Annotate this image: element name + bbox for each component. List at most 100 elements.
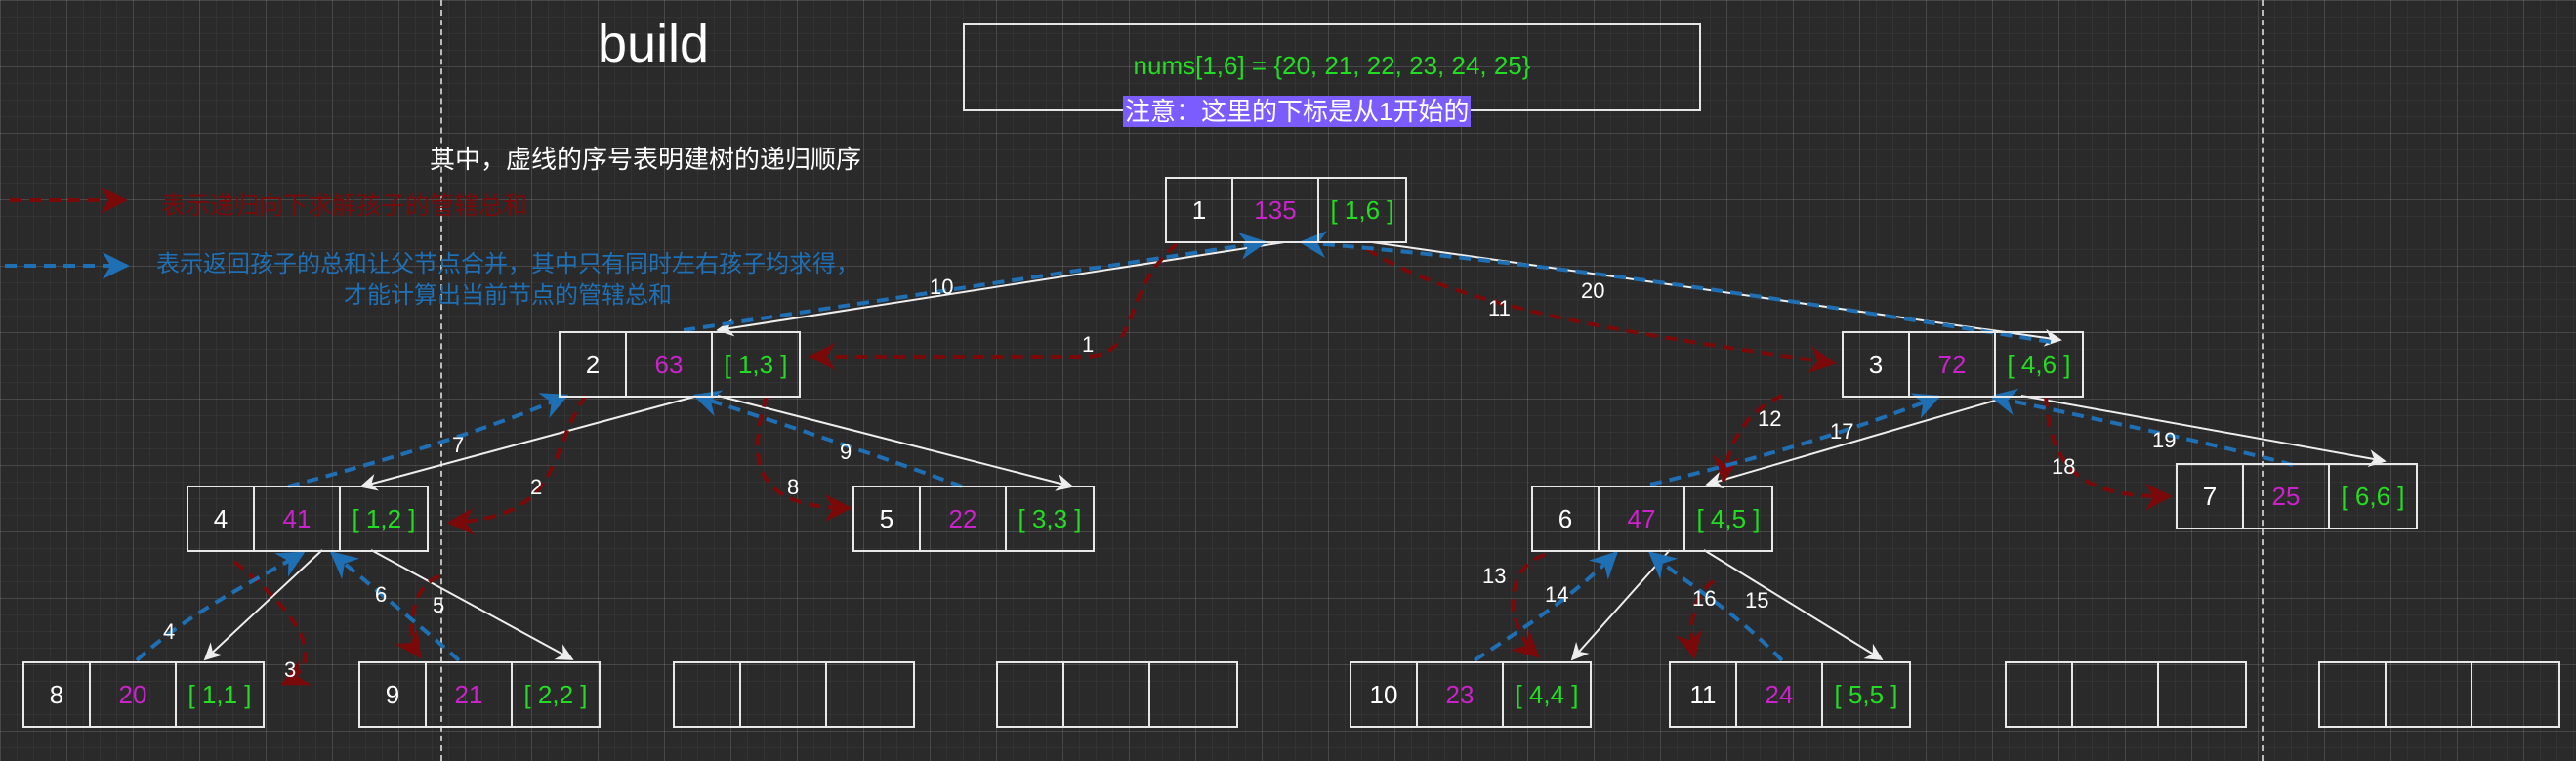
node-range: [ 5,5 ] bbox=[1821, 663, 1909, 726]
node-range: [ 1,2 ] bbox=[339, 487, 427, 550]
edge-4-9 bbox=[370, 549, 574, 660]
up-7 bbox=[287, 393, 569, 488]
empty-cell bbox=[2071, 663, 2157, 726]
node-range: [ 1,3 ] bbox=[711, 333, 799, 396]
tree-node-2: 2 63 [ 1,3 ] bbox=[559, 331, 801, 398]
node-index: 4 bbox=[213, 503, 229, 533]
node-index: 10 bbox=[1369, 679, 1398, 709]
step-label-10: 10 bbox=[930, 275, 954, 299]
node-index: 2 bbox=[585, 349, 601, 379]
step-label-17: 17 bbox=[1830, 419, 1854, 444]
tree-node-10: 10 23 [ 4,4 ] bbox=[1350, 661, 1592, 728]
node-range: [ 4,6 ] bbox=[1994, 333, 2082, 396]
node-range: [ 3,3 ] bbox=[1005, 487, 1093, 550]
step-label-4: 4 bbox=[163, 619, 176, 644]
down-11 bbox=[1365, 247, 1837, 374]
node-sum: 21 bbox=[425, 663, 511, 726]
empty-cell bbox=[739, 663, 825, 726]
tree-node-4: 4 41 [ 1,2 ] bbox=[187, 486, 429, 552]
empty-node-4 bbox=[2318, 661, 2560, 728]
step-label-3: 3 bbox=[284, 657, 297, 682]
node-range: [ 2,2 ] bbox=[511, 663, 599, 726]
tree-node-6: 6 47 [ 4,5 ] bbox=[1531, 486, 1773, 552]
tree-node-3: 3 72 [ 4,6 ] bbox=[1842, 331, 2084, 398]
edge-2-4 bbox=[359, 395, 699, 491]
step-label-18: 18 bbox=[2052, 454, 2076, 479]
empty-cell bbox=[1148, 663, 1236, 726]
node-range: [ 1,1 ] bbox=[175, 663, 263, 726]
empty-cell bbox=[2471, 663, 2558, 726]
step-label-11: 11 bbox=[1488, 296, 1511, 320]
empty-cell bbox=[675, 663, 739, 726]
step-label-6: 6 bbox=[375, 582, 388, 607]
node-sum: 72 bbox=[1908, 333, 1994, 396]
step-label-5: 5 bbox=[433, 593, 445, 617]
node-index: 6 bbox=[1558, 503, 1573, 533]
empty-cell bbox=[2007, 663, 2071, 726]
step-label-14: 14 bbox=[1545, 582, 1569, 607]
edge-3-7 bbox=[2020, 395, 2387, 467]
up-17 bbox=[1649, 393, 1941, 486]
legend-blue-line1: 表示返回孩子的总和让父节点合并，其中只有同时左右孩子均求得， bbox=[156, 251, 859, 277]
node-index: 3 bbox=[1868, 349, 1884, 379]
down-13 bbox=[1510, 553, 1546, 658]
edge-2-5 bbox=[717, 395, 1074, 491]
node-range: [ 6,6 ] bbox=[2328, 465, 2416, 528]
empty-cell bbox=[1062, 663, 1148, 726]
node-sum: 24 bbox=[1735, 663, 1821, 726]
empty-node-2 bbox=[996, 661, 1238, 728]
step-label-7: 7 bbox=[452, 433, 465, 457]
step-label-19: 19 bbox=[2152, 428, 2177, 452]
node-sum: 47 bbox=[1598, 487, 1683, 550]
node-index: 8 bbox=[49, 679, 64, 709]
tree-node-7: 7 25 [ 6,6 ] bbox=[2176, 463, 2418, 529]
up-4 bbox=[135, 551, 306, 662]
down-1 bbox=[808, 242, 1179, 370]
nums-array-text: nums[1,6] = {20, 21, 22, 23, 24, 25} bbox=[1133, 51, 1531, 80]
order-caption: 其中，虚线的序号表明建树的递归顺序 bbox=[430, 145, 862, 174]
node-sum: 63 bbox=[625, 333, 711, 396]
node-range: [ 4,4 ] bbox=[1502, 663, 1590, 726]
step-label-1: 1 bbox=[1082, 332, 1095, 357]
down-8 bbox=[755, 395, 852, 522]
step-label-13: 13 bbox=[1482, 564, 1507, 588]
tree-node-9: 9 21 [ 2,2 ] bbox=[358, 661, 601, 728]
node-sum: 23 bbox=[1416, 663, 1502, 726]
tree-node-8: 8 20 [ 1,1 ] bbox=[22, 661, 265, 728]
node-sum: 135 bbox=[1231, 179, 1317, 241]
step-label-20: 20 bbox=[1581, 278, 1605, 303]
up-20 bbox=[1299, 231, 2052, 344]
legend-red-text: 表示递归向下求解孩子的管辖总和 bbox=[161, 192, 528, 220]
node-sum: 20 bbox=[89, 663, 175, 726]
node-index: 5 bbox=[879, 503, 894, 533]
node-index: 11 bbox=[1689, 679, 1717, 709]
tree-node-5: 5 22 [ 3,3 ] bbox=[852, 486, 1095, 552]
node-sum: 41 bbox=[253, 487, 339, 550]
node-sum: 25 bbox=[2242, 465, 2328, 528]
node-range: [ 4,5 ] bbox=[1683, 487, 1771, 550]
empty-cell bbox=[2385, 663, 2471, 726]
node-index: 9 bbox=[385, 679, 400, 709]
step-label-2: 2 bbox=[530, 475, 543, 499]
empty-cell bbox=[2320, 663, 2385, 726]
tree-node-11: 11 24 [ 5,5 ] bbox=[1669, 661, 1911, 728]
legend-blue-line2: 才能计算出当前节点的管辖总和 bbox=[344, 282, 672, 309]
edge-6-10 bbox=[1570, 549, 1671, 661]
node-range: [ 1,6 ] bbox=[1317, 179, 1405, 241]
empty-cell bbox=[825, 663, 913, 726]
edge-3-6 bbox=[1705, 395, 2013, 489]
empty-cell bbox=[998, 663, 1062, 726]
node-index: 7 bbox=[2202, 481, 2218, 511]
edge-6-11 bbox=[1703, 549, 1884, 660]
step-label-9: 9 bbox=[840, 440, 852, 464]
empty-node-3 bbox=[2005, 661, 2247, 728]
page-title: build bbox=[598, 15, 710, 73]
up-19 bbox=[1989, 388, 2294, 467]
step-label-12: 12 bbox=[1758, 406, 1782, 431]
up-9 bbox=[692, 390, 963, 488]
legend-blue-text: 表示返回孩子的总和让父节点合并，其中只有同时左右孩子均求得， 才能计算出当前节点… bbox=[156, 249, 859, 312]
step-label-8: 8 bbox=[787, 475, 800, 499]
index-note: 注意：这里的下标是从1开始的 bbox=[1123, 96, 1472, 127]
empty-node-1 bbox=[673, 661, 915, 728]
node-sum: 22 bbox=[919, 487, 1005, 550]
